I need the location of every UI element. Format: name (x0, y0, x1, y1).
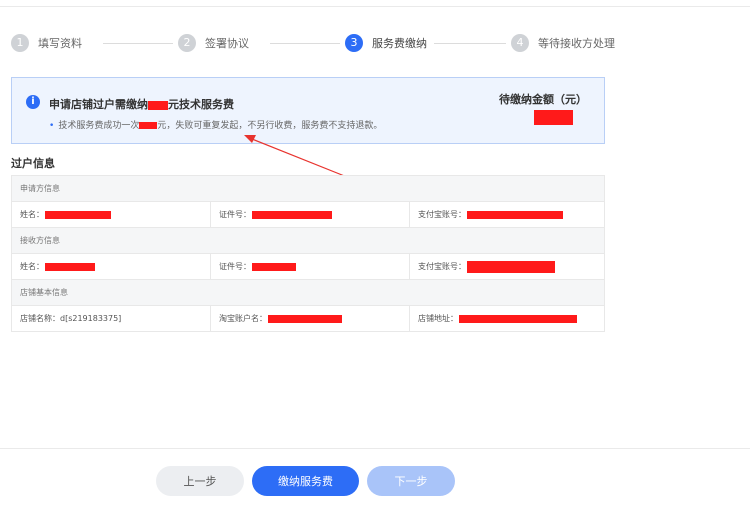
redacted-fee (148, 100, 168, 110)
redacted-value (467, 210, 563, 219)
step-3-label: 服务费缴纳 (372, 37, 427, 50)
top-divider (0, 6, 750, 7)
step-3: 3 服务费缴纳 (345, 33, 427, 53)
id-label: 证件号： (219, 210, 251, 219)
applicant-group-header: 申请方信息 (12, 176, 604, 202)
notice-subtext: • 技术服务费成功一次 元，失败可重复发起，不另行收费，服务费不支持退款。 (49, 118, 382, 131)
notice-title-post: 元技术服务费 (168, 98, 234, 111)
receiver-alipay-cell: 支付宝账号： (410, 254, 604, 279)
bullet-dot: • (49, 121, 55, 131)
redacted-value (467, 260, 555, 273)
applicant-alipay-cell: 支付宝账号： (410, 202, 604, 227)
notice-sub-pre: 技术服务费成功一次 (58, 121, 140, 131)
taobao-label: 淘宝账户名： (219, 314, 267, 323)
prev-step-button[interactable]: 上一步 (156, 466, 244, 496)
step-2-label: 签署协议 (205, 37, 249, 50)
receiver-name-cell: 姓名： (12, 254, 211, 279)
step-4-label: 等待接收方处理 (538, 37, 615, 50)
table-row: 姓名： 证件号： 支付宝账号： (12, 202, 604, 228)
redacted-value (45, 210, 111, 219)
notice-title: 申请店铺过户需缴纳 元技术服务费 (49, 96, 234, 112)
applicant-name-cell: 姓名： (12, 202, 211, 227)
table-row: 店铺名称：d[s219183375] 淘宝账户名： 店铺地址： (12, 306, 604, 331)
shop-group-header: 店铺基本信息 (12, 280, 604, 306)
step-connector (270, 43, 340, 44)
applicant-id-cell: 证件号： (211, 202, 410, 227)
taobao-account-cell: 淘宝账户名： (211, 306, 410, 331)
shop-name-cell: 店铺名称：d[s219183375] (12, 306, 211, 331)
name-label: 姓名： (20, 262, 44, 271)
redacted-fee (139, 122, 158, 129)
step-4-number: 4 (511, 34, 529, 52)
shop-address-cell: 店铺地址： (410, 306, 604, 331)
transfer-info-table: 申请方信息 姓名： 证件号： 支付宝账号： 接收方信息 姓名： 证件号： 支付宝… (11, 175, 605, 332)
step-2-number: 2 (178, 34, 196, 52)
receiver-id-cell: 证件号： (211, 254, 410, 279)
pending-amount-label: 待缴纳金额（元） (499, 93, 587, 106)
section-title: 过户信息 (11, 157, 55, 170)
redacted-value (459, 314, 577, 323)
receiver-group-header: 接收方信息 (12, 228, 604, 254)
shop-addr-label: 店铺地址： (418, 314, 458, 323)
id-label: 证件号： (219, 262, 251, 271)
notice-title-pre: 申请店铺过户需缴纳 (49, 98, 148, 111)
pay-service-fee-button[interactable]: 缴纳服务费 (252, 466, 359, 496)
notice-sub-post: 元，失败可重复发起，不另行收费，服务费不支持退款。 (157, 121, 383, 131)
info-icon: i (26, 95, 40, 109)
alipay-label: 支付宝账号： (418, 210, 466, 219)
step-4: 4 等待接收方处理 (511, 33, 615, 53)
shop-name-value: d[s219183375] (60, 314, 122, 323)
step-1: 1 填写资料 (11, 33, 82, 53)
progress-steps: 1 填写资料 2 签署协议 3 服务费缴纳 4 等待接收方处理 (11, 33, 615, 53)
redacted-amount (534, 110, 573, 125)
redacted-value (45, 262, 95, 271)
step-2: 2 签署协议 (178, 33, 249, 53)
name-label: 姓名： (20, 210, 44, 219)
table-row: 姓名： 证件号： 支付宝账号： (12, 254, 604, 280)
redacted-value (268, 314, 342, 323)
redacted-value (252, 262, 296, 271)
alipay-label: 支付宝账号： (418, 262, 466, 271)
fee-notice: i 申请店铺过户需缴纳 元技术服务费 • 技术服务费成功一次 元，失败可重复发起，不另… (11, 77, 605, 144)
footer-divider (0, 448, 750, 449)
step-1-number: 1 (11, 34, 29, 52)
shop-name-label: 店铺名称： (20, 314, 60, 323)
redacted-value (252, 210, 332, 219)
step-3-number: 3 (345, 34, 363, 52)
step-connector (434, 43, 506, 44)
step-connector (103, 43, 173, 44)
next-step-button[interactable]: 下一步 (367, 466, 455, 496)
step-1-label: 填写资料 (38, 37, 82, 50)
